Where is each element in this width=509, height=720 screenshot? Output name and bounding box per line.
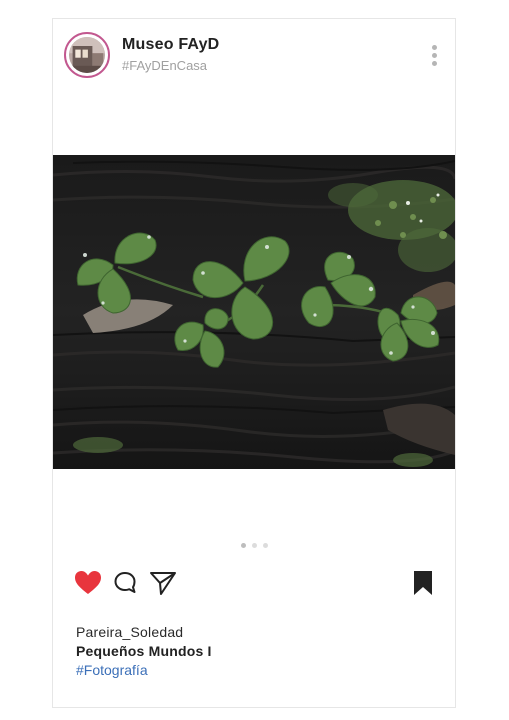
account-name[interactable]: Museo FAyD bbox=[122, 36, 219, 54]
post-card: Museo FAyD #FAyDEnCasa Pareira_Soledad P… bbox=[52, 18, 456, 708]
account-subtitle: #FAyDEnCasa bbox=[122, 58, 208, 73]
caption-username[interactable]: Pareira_Soledad bbox=[76, 623, 436, 642]
caption-title: Pequeños Mundos I bbox=[76, 643, 212, 659]
heart-icon[interactable] bbox=[73, 568, 103, 598]
action-bar bbox=[53, 568, 455, 598]
paper-plane-icon[interactable] bbox=[148, 568, 178, 598]
carousel-dot-1[interactable] bbox=[240, 543, 246, 548]
carousel-indicator[interactable] bbox=[53, 543, 455, 548]
comment-bubble-icon[interactable] bbox=[110, 568, 140, 598]
carousel-dot-3[interactable] bbox=[262, 543, 268, 548]
more-vertical-icon[interactable] bbox=[429, 45, 439, 71]
caption-hashtag[interactable]: #Fotografía bbox=[76, 661, 436, 680]
avatar[interactable] bbox=[64, 32, 110, 78]
avatar-image bbox=[69, 37, 105, 73]
carousel-dot-2[interactable] bbox=[251, 543, 257, 548]
bookmark-icon[interactable] bbox=[408, 568, 438, 598]
post-header: Museo FAyD #FAyDEnCasa bbox=[53, 19, 455, 99]
post-caption: Pareira_Soledad Pequeños Mundos I #Fotog… bbox=[76, 623, 436, 680]
post-image[interactable] bbox=[53, 155, 455, 469]
